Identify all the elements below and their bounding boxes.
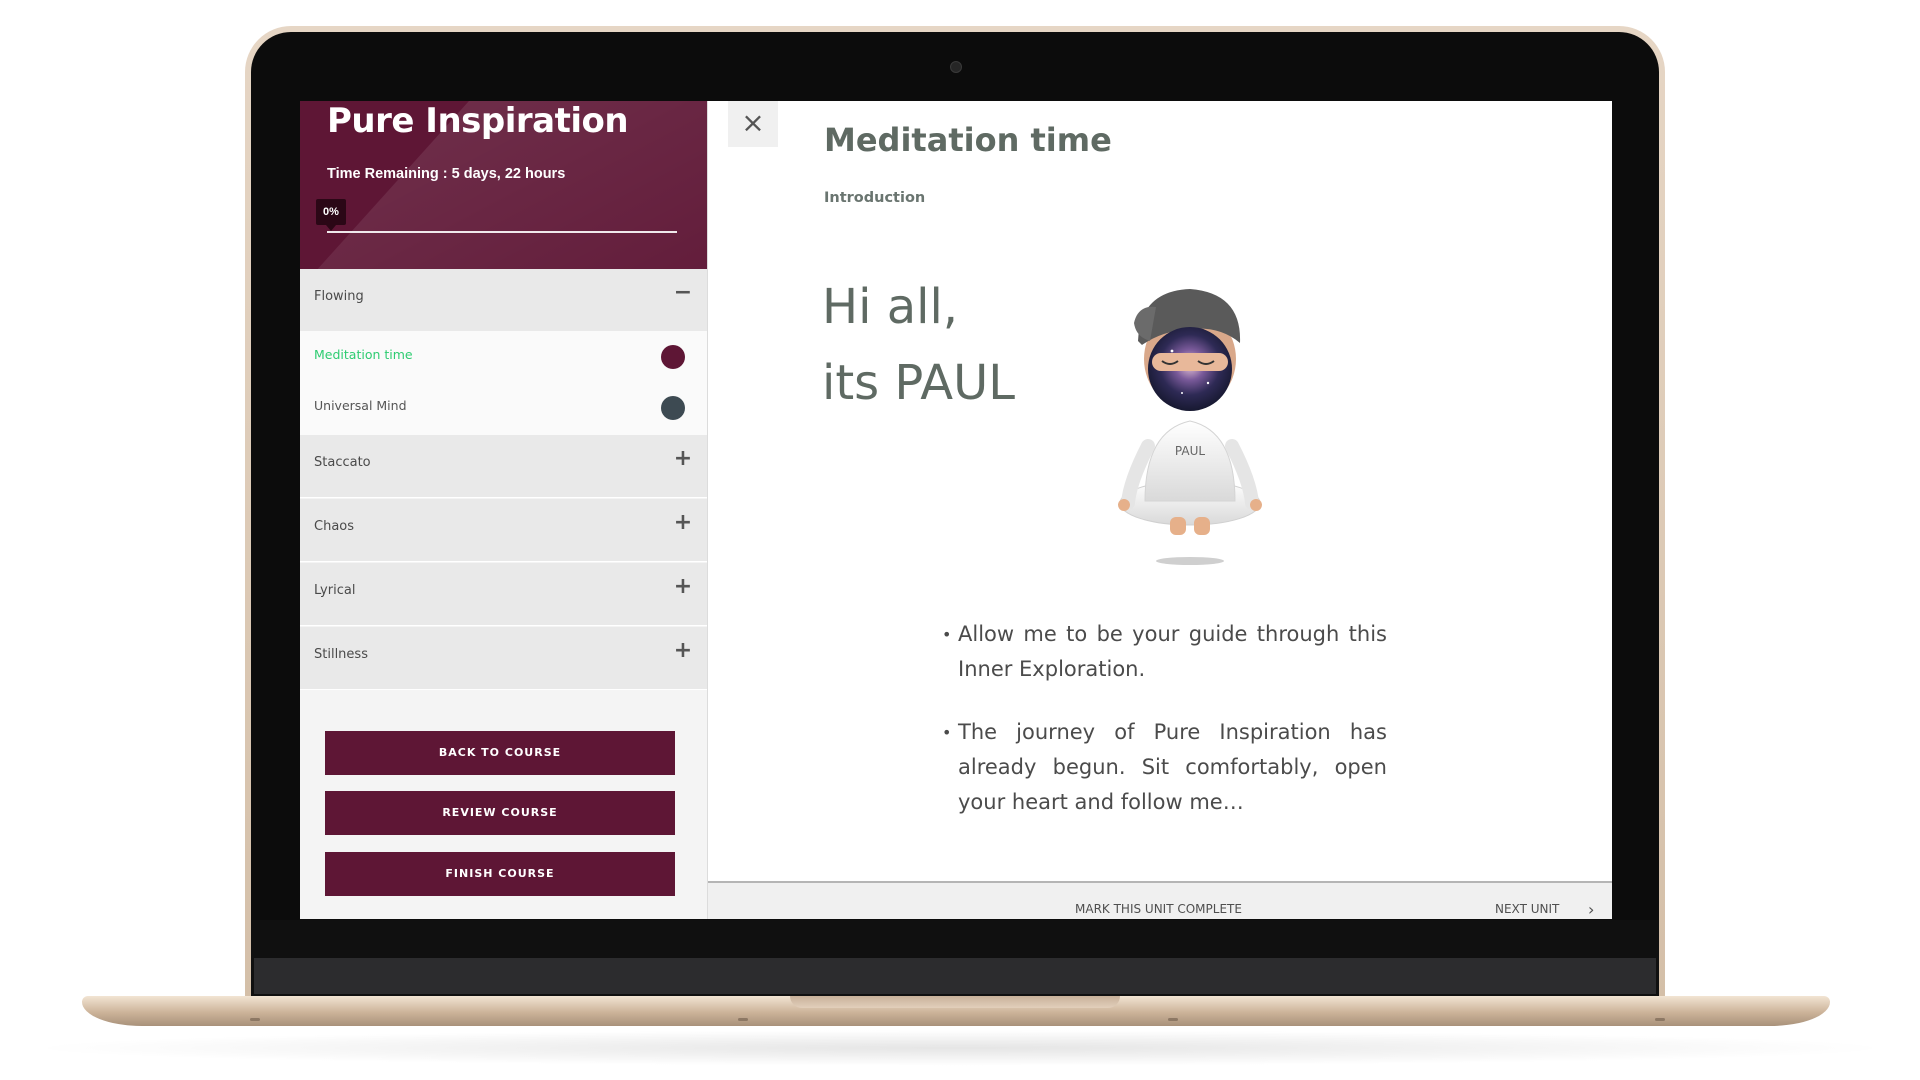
unit-label: Universal Mind [314,398,407,413]
unit-item-universal-mind[interactable]: Universal Mind [300,382,707,433]
bullet-item: The journey of Pure Inspiration has alre… [942,715,1387,820]
unit-label: Meditation time [314,347,413,362]
unit-item-meditation-time[interactable]: Meditation time [300,331,707,382]
section-chaos[interactable]: Chaos + [300,499,707,562]
unit-title: Meditation time [824,121,1112,159]
section-label: Flowing [314,289,364,304]
app-screen: Pure Inspiration Time Remaining : 5 days… [300,101,1612,919]
laptop-bezel-strip [254,958,1656,994]
expand-icon[interactable]: + [673,640,693,662]
progress-badge: 0% [316,199,346,231]
sidebar-actions: BACK TO COURSE REVIEW COURSE FINISH COUR… [300,699,707,919]
laptop-foot [1168,1018,1178,1021]
time-remaining: Time Remaining : 5 days, 22 hours [327,166,566,182]
chevron-right-icon: › [1588,900,1595,919]
unit-status-dot [661,396,685,420]
section-lyrical[interactable]: Lyrical + [300,563,707,626]
expand-icon[interactable]: + [673,448,693,470]
laptop-foot [250,1018,260,1021]
section-label: Chaos [314,519,355,534]
unit-status-dot [661,345,685,369]
course-title: Pure Inspiration [327,101,629,141]
finish-course-button[interactable]: FINISH COURSE [325,852,675,896]
unit-footer-bar: MARK THIS UNIT COMPLETE NEXT UNIT › [708,881,1612,919]
unit-subtitle: Introduction [824,190,926,206]
greeting-line: its PAUL [822,355,1016,411]
expand-icon[interactable]: + [673,576,693,598]
bullet-item: Allow me to be your guide through this I… [942,617,1387,687]
close-button[interactable]: × [728,101,778,147]
collapse-icon[interactable]: − [673,282,693,304]
character-name-label: PAUL [1175,444,1205,458]
back-to-course-button[interactable]: BACK TO COURSE [325,731,675,775]
camera-icon [950,61,962,73]
section-stillness[interactable]: Stillness + [300,627,707,690]
progress-bar [327,231,677,233]
unit-list: Meditation time Universal Mind [300,331,707,435]
section-label: Staccato [314,455,371,470]
section-staccato[interactable]: Staccato + [300,435,707,498]
laptop-foot [738,1018,748,1021]
review-course-button[interactable]: REVIEW COURSE [325,791,675,835]
course-header: Pure Inspiration Time Remaining : 5 days… [300,101,707,269]
expand-icon[interactable]: + [673,512,693,534]
section-label: Lyrical [314,583,356,598]
laptop-shadow [20,1030,1900,1066]
intro-bullet-list: Allow me to be your guide through this I… [942,617,1387,848]
laptop-hinge-notch [790,996,1120,1008]
course-sidebar: Pure Inspiration Time Remaining : 5 days… [300,101,708,919]
section-label: Stillness [314,647,368,662]
mark-unit-complete-button[interactable]: MARK THIS UNIT COMPLETE [1075,902,1242,916]
next-unit-button[interactable]: NEXT UNIT [1495,902,1559,916]
greeting-text: Hi all, its PAUL [822,269,1015,421]
meditating-character-image: PAUL [1118,289,1262,565]
close-icon: × [741,106,765,139]
laptop-foot [1655,1018,1665,1021]
section-flowing[interactable]: Flowing − [300,269,707,332]
greeting-line: Hi all, [822,279,959,335]
